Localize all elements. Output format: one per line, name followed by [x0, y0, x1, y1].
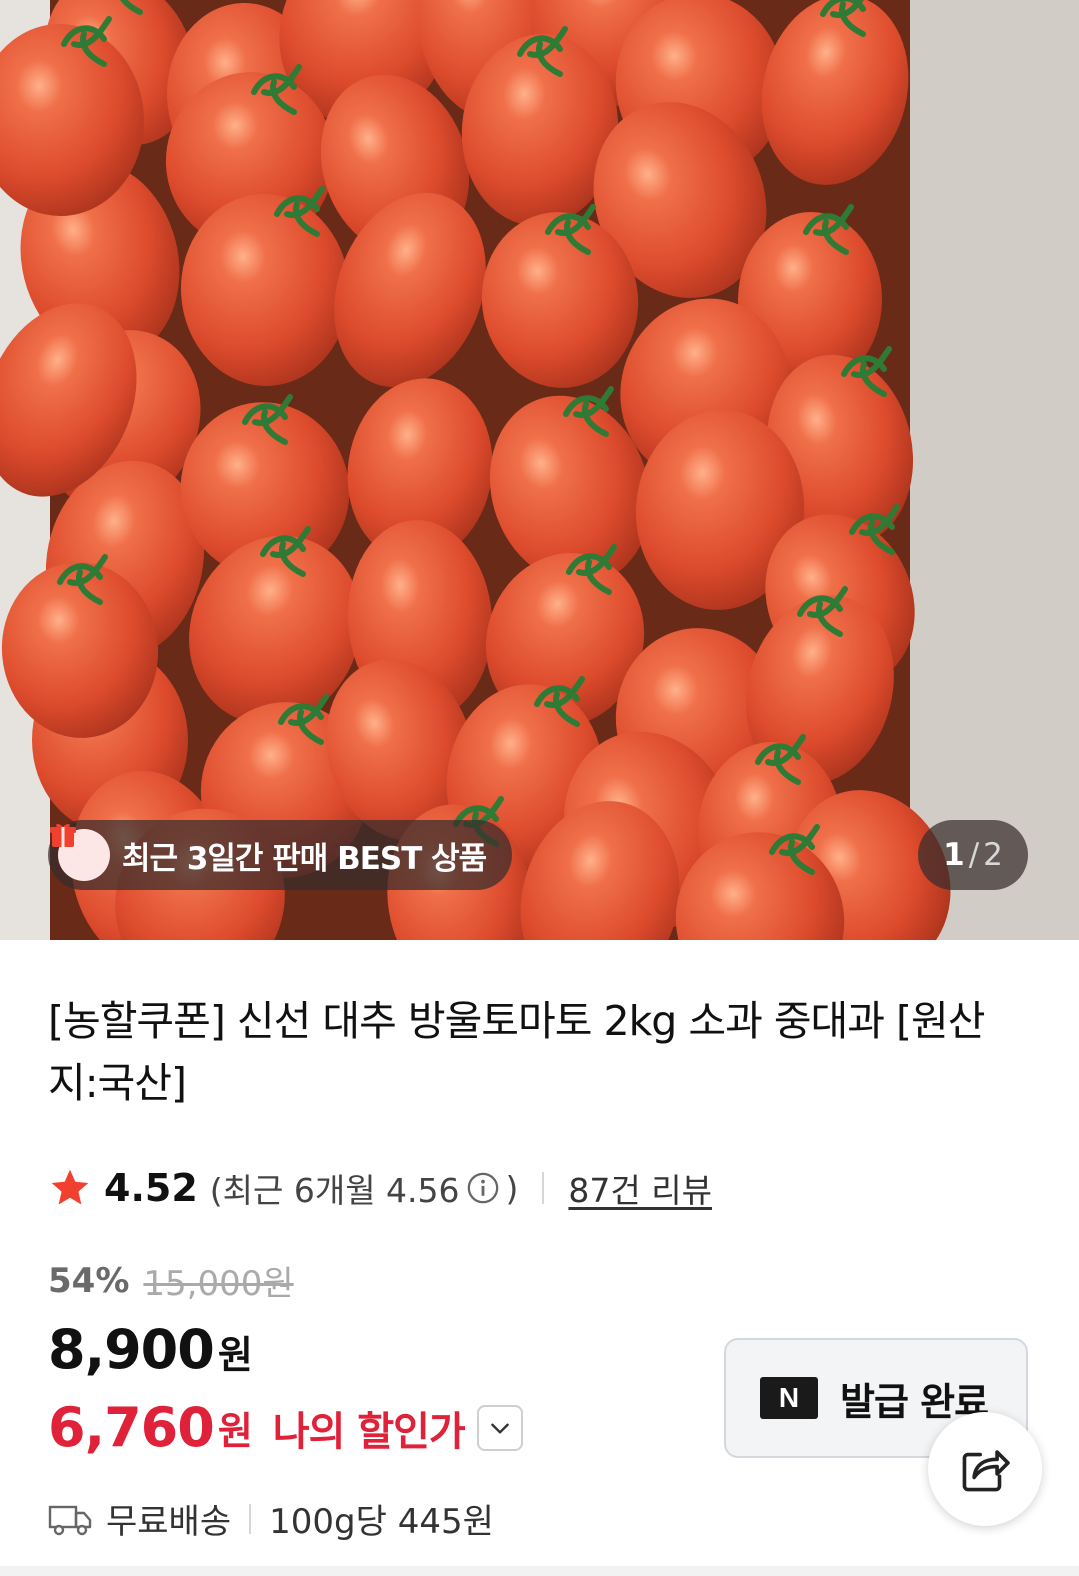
naver-logo-icon: N	[760, 1377, 818, 1419]
truck-icon	[48, 1505, 92, 1535]
divider	[249, 1503, 252, 1534]
product-image[interactable]: 최근 3일간 판매 BEST 상품 1 / 2	[0, 0, 1079, 940]
gift-icon	[50, 823, 110, 881]
discount-percent: 54%	[48, 1260, 130, 1301]
section-divider	[0, 1566, 1079, 1576]
product-title: [농할쿠폰] 신선 대추 방울토마토 2kg 소과 중대과 [원산지:국산]	[48, 997, 985, 1107]
recent-rating-close: )	[505, 1168, 519, 1208]
star-icon	[51, 1169, 89, 1205]
info-icon[interactable]	[466, 1171, 500, 1205]
pager-total: 2	[983, 837, 1003, 873]
my-price-label: 나의 할인가	[272, 1408, 466, 1455]
recent-rating-label: (최근 6개월 4.56	[209, 1171, 460, 1210]
free-shipping-label: 무료배송	[106, 1502, 232, 1542]
rating-row: 4.52 (최근 6개월 4.56 ) 87건 리뷰	[48, 1162, 712, 1214]
sale-price: 8,900 원	[48, 1318, 253, 1381]
discount-row: 54% 15,000원	[48, 1256, 294, 1305]
share-button[interactable]	[928, 1412, 1042, 1526]
pager-current: 1	[943, 837, 965, 873]
original-price: 15,000원	[143, 1264, 294, 1304]
best-seller-badge: 최근 3일간 판매 BEST 상품	[48, 820, 513, 890]
image-pager: 1 / 2	[918, 820, 1028, 890]
my-price-amount: 6,760	[48, 1396, 215, 1459]
sale-price-amount: 8,900	[48, 1318, 215, 1381]
divider	[542, 1172, 545, 1204]
recent-rating: (최근 6개월 4.56 )	[210, 1164, 519, 1212]
share-icon	[962, 1450, 1010, 1492]
unit-price: 100g당 445원	[269, 1502, 494, 1542]
shipping-row: 무료배송 100g당 445원	[48, 1494, 494, 1543]
rating-score: 4.52	[104, 1166, 198, 1210]
sale-price-currency: 원	[217, 1333, 253, 1377]
pager-separator: /	[968, 837, 980, 873]
my-discount-price[interactable]: 6,760 원 나의 할인가	[48, 1396, 523, 1459]
chevron-down-icon[interactable]	[476, 1404, 523, 1451]
reviews-link[interactable]: 87건 리뷰	[568, 1164, 712, 1212]
tomato-photo	[0, 0, 1079, 940]
best-badge-text: 최근 3일간 판매 BEST 상품	[122, 840, 487, 877]
my-price-currency: 원	[217, 1409, 253, 1453]
